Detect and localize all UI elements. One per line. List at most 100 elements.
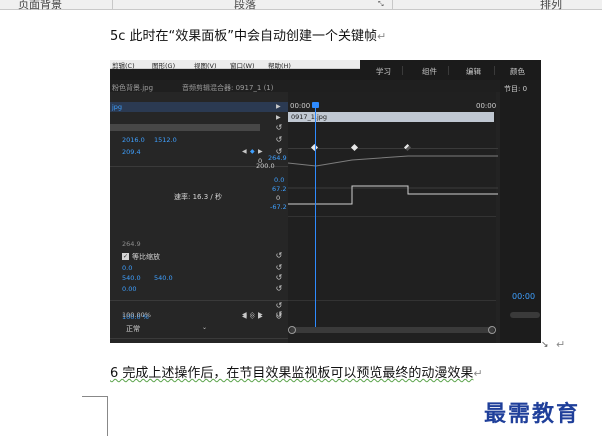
menu-item-view[interactable]: 视图(V) <box>194 60 217 70</box>
playhead-line[interactable] <box>315 104 316 330</box>
reset-icon[interactable]: ↺ <box>275 302 283 310</box>
uniform-scale-checkbox[interactable]: ✓ <box>122 253 129 260</box>
ribbon-group-page-background[interactable]: 页面背景 <box>18 0 62 12</box>
anchor-x-value[interactable]: 540.0 <box>122 274 141 282</box>
rotation-row: 0.0 ↺ <box>110 264 288 274</box>
velocity-min-label: -67.2 <box>270 203 287 211</box>
velocity-max-label: 67.2 <box>272 185 287 193</box>
reset-icon[interactable]: ↺ <box>275 311 283 319</box>
program-tab[interactable]: 节目: 0 <box>504 84 527 94</box>
reset-icon[interactable]: ↺ <box>275 252 283 260</box>
time-remap-value[interactable]: 100.00% <box>122 311 151 319</box>
reset-icon[interactable]: ↺ <box>275 136 283 144</box>
corner-mark: ↘ <box>541 340 549 350</box>
premiere-screenshot: 剪辑(C) 图形(G) 视图(V) 窗口(W) 帮助(H) 学习 组件 编辑 颜… <box>110 60 541 343</box>
effect-row: ▶ <box>110 114 288 124</box>
workspace-assembly[interactable]: 组件 <box>422 66 437 77</box>
rotation-value: 264.9 <box>122 240 141 248</box>
anchor-row: 540.0 540.0 ↺ <box>110 274 288 284</box>
expand-icon[interactable]: ▶ <box>276 114 281 121</box>
workspace-editing[interactable]: 编辑 <box>466 66 481 77</box>
menu-item-graphics[interactable]: 图形(G) <box>152 60 175 70</box>
flicker-row: 0.00 ↺ <box>110 285 288 295</box>
anti-flicker-value[interactable]: 0.00 <box>122 285 136 293</box>
time-remap-row: 100.00% ◀ ◇ ▶ ↺ <box>110 310 288 322</box>
position-y-value[interactable]: 1512.0 <box>154 136 177 144</box>
timeline-start-time: 00:00 <box>290 102 311 110</box>
crop-mark <box>107 396 108 436</box>
reset-icon[interactable]: ↺ <box>275 285 283 293</box>
divider <box>110 300 288 301</box>
ribbon-divider <box>392 0 393 10</box>
reset-icon[interactable]: ↺ <box>275 274 283 282</box>
step-6-text: 6 完成上述操作后，在节目效果监视板可以预览最终的动漫效果 <box>110 366 474 381</box>
next-keyframe-icon[interactable]: ▶ <box>258 148 263 155</box>
prev-keyframe-icon[interactable]: ◀ <box>242 311 247 318</box>
velocity-zero-label: 0 <box>276 194 281 202</box>
workspace-divider <box>494 66 495 75</box>
anchor-y-value[interactable]: 540.0 <box>154 274 173 282</box>
playhead-handle[interactable] <box>312 102 319 108</box>
workspace-divider <box>448 66 449 75</box>
timeline-end-time: 00:00 <box>476 102 497 110</box>
dialog-launcher-icon[interactable]: ⤡ <box>378 0 384 9</box>
motion-bar <box>110 124 260 131</box>
position-x-value[interactable]: 2016.0 <box>122 136 145 144</box>
blend-mode-row: 正常 ⌄ <box>110 324 288 334</box>
velocity-label: 速率: 16.3 / 秒 <box>174 193 222 201</box>
word-ribbon: 页面背景 段落 ⤡ 排列 <box>0 0 602 12</box>
graph-zero-label: 0.0 <box>274 176 285 184</box>
effect-controls-panel: jpg ▶ ▶ ↺ 2016.0 1512.0 ↺ 209.4 ◀ ◆ ▶ ↺ … <box>110 92 288 343</box>
ribbon-group-arrange[interactable]: 排列 <box>540 0 562 12</box>
timeline-panel <box>288 92 496 343</box>
divider <box>288 300 496 301</box>
ribbon-group-paragraph[interactable]: 段落 <box>234 0 256 12</box>
scroll-handle-left[interactable] <box>288 326 296 334</box>
timeline-clip[interactable]: 0917_1.jpg <box>288 112 494 122</box>
graph-min-label: 200.0 <box>256 162 275 170</box>
add-keyframe-icon[interactable]: ◆ <box>250 148 255 155</box>
menu-item-help[interactable]: 帮助(H) <box>268 60 291 70</box>
program-monitor-panel: 节目: 0 00:00 <box>500 80 541 343</box>
timeline-scrollbar[interactable] <box>290 327 494 333</box>
ribbon-divider <box>112 0 113 10</box>
chevron-down-icon[interactable]: ⌄ <box>202 324 207 331</box>
divider <box>110 338 288 339</box>
program-timecode: 00:00 <box>512 292 536 301</box>
menu-bar: 剪辑(C) 图形(G) 视图(V) 窗口(W) 帮助(H) <box>110 60 360 70</box>
workspace-divider <box>402 66 403 75</box>
graph-max-label: 264.9 <box>268 154 287 162</box>
velocity-curve <box>288 185 498 205</box>
watermark-logo: 最需教育 <box>484 401 581 427</box>
timeline-header <box>288 80 500 92</box>
workspace-color[interactable]: 颜色 <box>510 66 525 77</box>
scale-row: 209.4 ◀ ◆ ▶ ↺ <box>110 147 288 157</box>
position-row: 2016.0 1512.0 ↺ <box>110 135 288 145</box>
menu-item-window[interactable]: 窗口(W) <box>230 60 255 70</box>
scroll-handle-right[interactable] <box>488 326 496 334</box>
uniform-scale-label: 等比缩放 <box>132 253 160 261</box>
play-triangle-icon[interactable]: ▶ <box>276 103 281 110</box>
keyframe-lane <box>288 148 498 149</box>
prev-keyframe-icon[interactable]: ◀ <box>242 148 247 155</box>
workspace-learn[interactable]: 学习 <box>376 66 391 77</box>
menu-item-clip[interactable]: 剪辑(C) <box>112 60 135 70</box>
clip-name-short: jpg <box>112 103 123 111</box>
program-scrollbar[interactable] <box>510 312 540 318</box>
step-5c-text: 5c 此时在“效果面板”中会自动创建一个关键帧 <box>110 29 378 44</box>
step-5c-paragraph: 5c 此时在“效果面板”中会自动创建一个关键帧↵ <box>110 25 386 44</box>
reset-icon[interactable]: ↺ <box>275 264 283 272</box>
effect-controls-header: 粉色背景.jpg 音频剪辑混合器: 0917_1 (1) <box>110 80 288 92</box>
add-keyframe-icon[interactable]: ◇ <box>250 311 255 318</box>
paragraph-mark: ↵ <box>473 367 483 380</box>
value-curve <box>288 155 498 167</box>
uniform-scale-row: ✓ 等比缩放 ↺ <box>110 252 288 262</box>
clip-row[interactable]: jpg ▶ <box>110 102 288 112</box>
step-6-paragraph: 6 完成上述操作后，在节目效果监视板可以预览最终的动漫效果↵ <box>110 362 483 381</box>
scale-value[interactable]: 209.4 <box>122 148 141 156</box>
next-keyframe-icon[interactable]: ▶ <box>258 311 263 318</box>
value-graph <box>288 155 498 205</box>
reset-icon[interactable]: ↺ <box>275 124 283 132</box>
rotation-degree-value[interactable]: 0.0 <box>122 264 132 272</box>
blend-mode-value[interactable]: 正常 <box>126 324 140 334</box>
